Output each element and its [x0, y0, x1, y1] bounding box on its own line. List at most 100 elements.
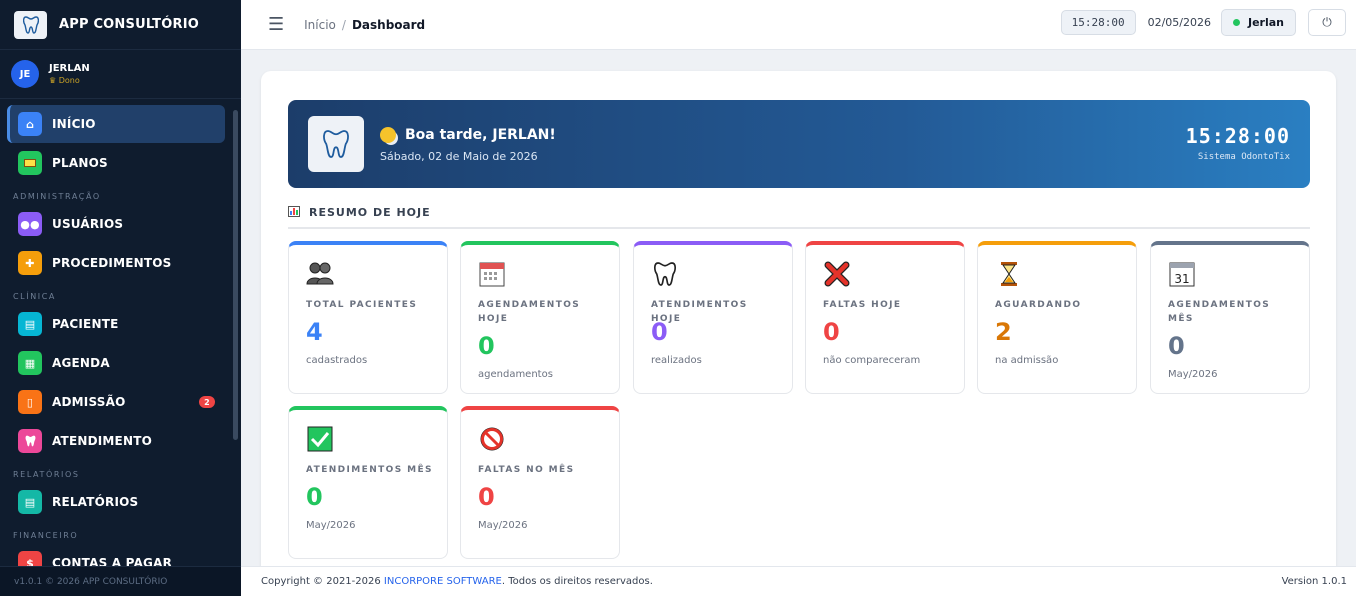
sidebar-item-label: RELATÓRIOS — [52, 495, 139, 509]
stat-sub: na admissão — [995, 355, 1059, 366]
sidebar-scrollbar[interactable] — [233, 110, 238, 440]
hero-clock: 15:28:00 — [1185, 124, 1290, 148]
power-icon: ⏻ — [1322, 15, 1332, 29]
greeting: Boa tarde, JERLAN! — [380, 127, 556, 143]
sidebar-item-inicio[interactable]: ⌂ INÍCIO — [7, 105, 225, 143]
admissao-badge: 2 — [199, 396, 215, 408]
users-icon: ●● — [18, 212, 42, 236]
sidebar-item-label: USUÁRIOS — [52, 217, 124, 231]
stat-card-aguardando[interactable]: AGUARDANDO 2 na admissão — [977, 241, 1137, 394]
dashboard-card: Boa tarde, JERLAN! Sábado, 02 de Maio de… — [261, 71, 1336, 581]
clipboard-icon: ▯ — [18, 390, 42, 414]
id-card-icon: ▤ — [18, 312, 42, 336]
user-role: ♛ Dono — [49, 76, 80, 85]
stat-card-atendimentos-mes[interactable]: ATENDIMENTOS MÊS 0 May/2026 — [288, 406, 448, 559]
sidebar-item-label: PROCEDIMENTOS — [52, 256, 172, 270]
topbar: ☰ Início / Dashboard 15:28:00 02/05/2026… — [241, 0, 1356, 50]
prohibited-icon — [478, 426, 505, 453]
stat-value: 0 — [1168, 332, 1185, 360]
home-icon: ⌂ — [18, 112, 42, 136]
file-icon: ▤ — [18, 490, 42, 514]
svg-text:31: 31 — [1174, 272, 1189, 286]
system-name: Sistema OdontoTix — [1197, 152, 1290, 162]
stat-label: ATENDIMENTOS HOJE — [651, 300, 748, 324]
user-profile[interactable]: JE JERLAN ♛ Dono — [0, 50, 241, 99]
page-footer: Copyright © 2021-2026 INCORPORE SOFTWARE… — [241, 566, 1356, 596]
copyright: Copyright © 2021-2026 INCORPORE SOFTWARE… — [261, 576, 653, 587]
stat-card-agendamentos-hoje[interactable]: AGENDAMENTOS HOJE 0 agendamentos — [460, 241, 620, 394]
user-menu-label: Jerlan — [1247, 16, 1284, 29]
breadcrumb-separator: / — [341, 17, 346, 32]
sidebar-item-atendimento[interactable]: ATENDIMENTO — [7, 422, 225, 460]
stat-card-faltas-no-mes[interactable]: FALTAS NO MÊS 0 May/2026 — [460, 406, 620, 559]
hero-date: Sábado, 02 de Maio de 2026 — [380, 150, 538, 163]
stat-value: 4 — [306, 318, 323, 346]
sidebar-item-paciente[interactable]: ▤ PACIENTE — [7, 305, 225, 343]
sidebar-item-relatorios[interactable]: ▤ RELATÓRIOS — [7, 483, 225, 521]
sidebar-item-label: PACIENTE — [52, 317, 119, 331]
breadcrumb: Início / Dashboard — [304, 18, 425, 32]
sidebar-footer: v1.0.1 © 2026 APP CONSULTÓRIO — [0, 566, 241, 596]
check-box-icon — [306, 426, 333, 453]
stat-label: ATENDIMENTOS MÊS — [306, 465, 433, 475]
patients-icon — [306, 261, 334, 288]
logout-button[interactable]: ⏻ — [1308, 9, 1346, 36]
stat-sub: May/2026 — [478, 520, 528, 531]
sidebar-item-label: ATENDIMENTO — [52, 434, 152, 448]
clock-display: 15:28:00 — [1060, 10, 1136, 35]
avatar: JE — [11, 60, 39, 88]
calendar-icon — [478, 261, 505, 288]
stat-sub: May/2026 — [1168, 369, 1218, 380]
breadcrumb-current: Dashboard — [351, 17, 426, 32]
bill-icon: $ — [18, 551, 42, 566]
sidebar: APP CONSULTÓRIO JE JERLAN ♛ Dono ⌂ INÍCI… — [0, 0, 241, 596]
sidebar-item-procedimentos[interactable]: ✚ PROCEDIMENTOS — [7, 244, 225, 282]
stat-value: 0 — [478, 483, 495, 511]
greeting-text: Boa tarde, JERLAN! — [405, 127, 556, 143]
medkit-icon: ✚ — [18, 251, 42, 275]
tooth-icon — [18, 429, 42, 453]
online-status-icon — [1232, 19, 1240, 26]
sun-cloud-icon — [380, 127, 396, 143]
tooth-icon — [651, 261, 678, 288]
stat-card-agendamentos-mes[interactable]: 31 AGENDAMENTOS MÊS 0 May/2026 — [1150, 241, 1310, 394]
sidebar-item-label: INÍCIO — [52, 117, 96, 131]
section-financeiro: FINANCEIRO — [13, 531, 79, 540]
stat-sub: cadastrados — [306, 355, 368, 366]
menu-toggle-icon[interactable]: ☰ — [268, 14, 284, 35]
sidebar-item-usuarios[interactable]: ●● USUÁRIOS — [7, 205, 225, 243]
hourglass-icon — [995, 261, 1022, 288]
sidebar-item-label: CONTAS A PAGAR — [52, 556, 173, 566]
stat-label: FALTAS NO MÊS — [478, 465, 575, 475]
sidebar-item-label: AGENDA — [52, 356, 110, 370]
version: Version 1.0.1 — [1281, 576, 1347, 587]
user-name: JERLAN — [49, 63, 90, 74]
sidebar-item-admissao[interactable]: ▯ ADMISSÃO 2 — [7, 383, 225, 421]
stat-value: 0 — [823, 318, 840, 346]
brand[interactable]: APP CONSULTÓRIO — [0, 0, 241, 50]
stat-sub: May/2026 — [306, 520, 356, 531]
stat-card-faltas-hoje[interactable]: FALTAS HOJE 0 não compareceram — [805, 241, 965, 394]
welcome-banner: Boa tarde, JERLAN! Sábado, 02 de Maio de… — [288, 100, 1310, 188]
tooth-logo-icon — [308, 116, 364, 172]
card-icon — [18, 151, 42, 175]
section-administracao: ADMINISTRAÇÃO — [13, 192, 101, 201]
stat-card-atendimentos-hoje[interactable]: ATENDIMENTOS HOJE 0 realizados — [633, 241, 793, 394]
breadcrumb-home[interactable]: Início — [304, 18, 336, 32]
crown-icon: ♛ — [49, 76, 59, 85]
sidebar-item-contas-a-pagar[interactable]: $ CONTAS A PAGAR — [7, 544, 225, 566]
stat-label: AGUARDANDO — [995, 300, 1082, 310]
stat-value: 0 — [306, 483, 323, 511]
bar-chart-icon — [288, 206, 300, 217]
sidebar-item-planos[interactable]: PLANOS — [7, 144, 225, 182]
sidebar-item-agenda[interactable]: ▦ AGENDA — [7, 344, 225, 382]
stat-sub: não compareceram — [823, 355, 921, 366]
stat-sub: realizados — [651, 355, 702, 366]
brand-title: APP CONSULTÓRIO — [59, 17, 199, 32]
section-clinica: CLÍNICA — [13, 292, 57, 301]
company-link[interactable]: INCORPORE SOFTWARE — [384, 576, 502, 587]
stat-card-total-pacientes[interactable]: TOTAL PACIENTES 4 cadastrados — [288, 241, 448, 394]
user-menu-button[interactable]: Jerlan — [1220, 9, 1296, 36]
sidebar-item-label: PLANOS — [52, 156, 108, 170]
sidebar-item-label: ADMISSÃO — [52, 395, 126, 409]
